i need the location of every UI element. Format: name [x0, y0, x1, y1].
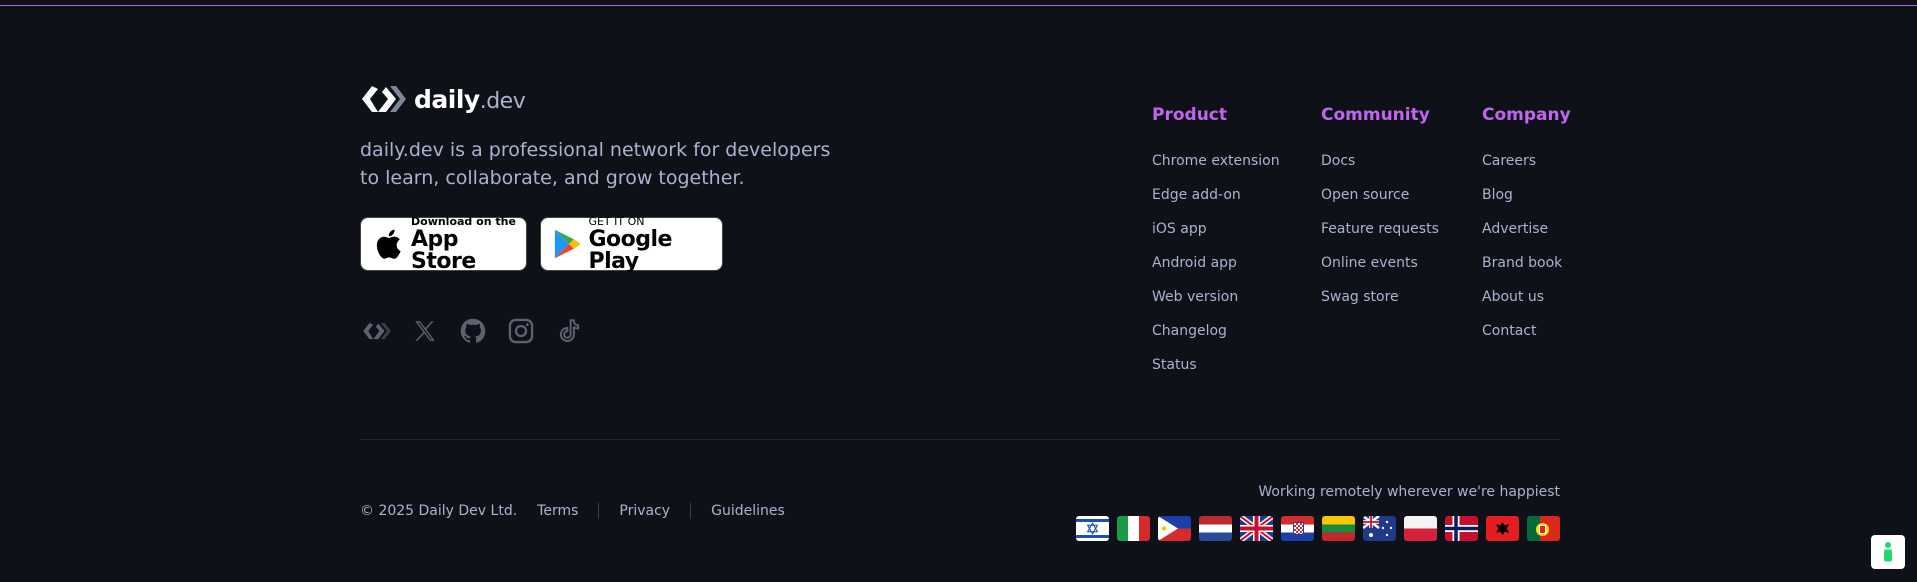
apple-icon: [376, 229, 401, 259]
portugal-flag-icon: [1527, 516, 1560, 541]
logo-wordmark: daily.dev: [414, 84, 526, 114]
app-store-button[interactable]: Download on the App Store: [360, 214, 527, 274]
legal-bar: © 2025 Daily Dev Ltd. Terms Privacy Guid…: [360, 503, 785, 519]
product-link-ios-app[interactable]: iOS app: [1152, 212, 1280, 246]
person-icon: [1884, 542, 1892, 562]
community-link-swag-store[interactable]: Swag store: [1321, 280, 1439, 314]
product-link-changelog[interactable]: Changelog: [1152, 314, 1280, 348]
company-link-contact[interactable]: Contact: [1482, 314, 1571, 348]
lithuania-flag-icon: [1322, 516, 1355, 541]
community-link-online-events[interactable]: Online events: [1321, 246, 1439, 280]
united-kingdom-flag-icon: [1240, 516, 1273, 541]
legal-separator: [690, 503, 692, 519]
company-heading: Company: [1482, 105, 1571, 125]
community-link-feature-requests[interactable]: Feature requests: [1321, 212, 1439, 246]
remote-text: Working remotely wherever we're happiest: [1258, 484, 1560, 500]
product-column: Product Chrome extension Edge add-on iOS…: [1152, 104, 1280, 382]
croatia-flag-icon: [1281, 516, 1314, 541]
footer: daily.dev daily.dev is a professional ne…: [360, 0, 1571, 582]
community-link-open-source[interactable]: Open source: [1321, 178, 1439, 212]
company-link-brand-book[interactable]: Brand book: [1482, 246, 1571, 280]
product-heading: Product: [1152, 105, 1227, 125]
company-column: Company Careers Blog Advertise Brand boo…: [1482, 104, 1571, 348]
product-link-android-app[interactable]: Android app: [1152, 246, 1280, 280]
daily-dev-logo[interactable]: daily.dev: [360, 84, 526, 114]
github-icon[interactable]: [458, 316, 488, 346]
help-button[interactable]: [1871, 535, 1905, 569]
product-link-status[interactable]: Status: [1152, 348, 1280, 382]
instagram-icon[interactable]: [506, 316, 536, 346]
australia-flag-icon: [1363, 516, 1396, 541]
guidelines-link[interactable]: Guidelines: [711, 503, 785, 519]
company-link-advertise[interactable]: Advertise: [1482, 212, 1571, 246]
logo-name: daily: [414, 84, 480, 114]
daily-dev-icon[interactable]: [362, 316, 392, 346]
community-column: Community Docs Open source Feature reque…: [1321, 104, 1439, 314]
app-store-small: Download on the: [411, 214, 516, 228]
terms-link[interactable]: Terms: [537, 503, 578, 519]
app-store-big: App Store: [411, 226, 476, 274]
israel-flag-icon: [1076, 516, 1109, 541]
product-link-edge-add-on[interactable]: Edge add-on: [1152, 178, 1280, 212]
norway-flag-icon: [1445, 516, 1478, 541]
product-link-web-version[interactable]: Web version: [1152, 280, 1280, 314]
netherlands-flag-icon: [1199, 516, 1232, 541]
footer-divider: [360, 439, 1560, 440]
copyright: © 2025 Daily Dev Ltd.: [360, 503, 518, 519]
poland-flag-icon: [1404, 516, 1437, 541]
tagline: daily.dev is a professional network for …: [360, 139, 831, 189]
daily-dev-logo-icon: [362, 86, 406, 112]
privacy-link[interactable]: Privacy: [619, 503, 670, 519]
google-play-small: GET IT ON: [588, 214, 645, 228]
community-link-docs[interactable]: Docs: [1321, 144, 1439, 178]
google-play-button[interactable]: GET IT ON Google Play: [540, 214, 723, 274]
company-link-blog[interactable]: Blog: [1482, 178, 1571, 212]
philippines-flag-icon: [1158, 516, 1191, 541]
x-icon[interactable]: [410, 316, 440, 346]
tiktok-icon[interactable]: [554, 316, 584, 346]
social-links: [362, 316, 602, 346]
company-link-careers[interactable]: Careers: [1482, 144, 1571, 178]
logo-suffix: .dev: [479, 88, 526, 114]
team-flags: [1068, 516, 1560, 541]
product-link-chrome-extension[interactable]: Chrome extension: [1152, 144, 1280, 178]
legal-separator: [598, 503, 600, 519]
google-play-big: Google Play: [588, 226, 672, 274]
community-heading: Community: [1321, 105, 1430, 125]
google-play-icon: [554, 229, 580, 259]
albania-flag-icon: [1486, 516, 1519, 541]
company-link-about-us[interactable]: About us: [1482, 280, 1571, 314]
italy-flag-icon: [1117, 516, 1150, 541]
